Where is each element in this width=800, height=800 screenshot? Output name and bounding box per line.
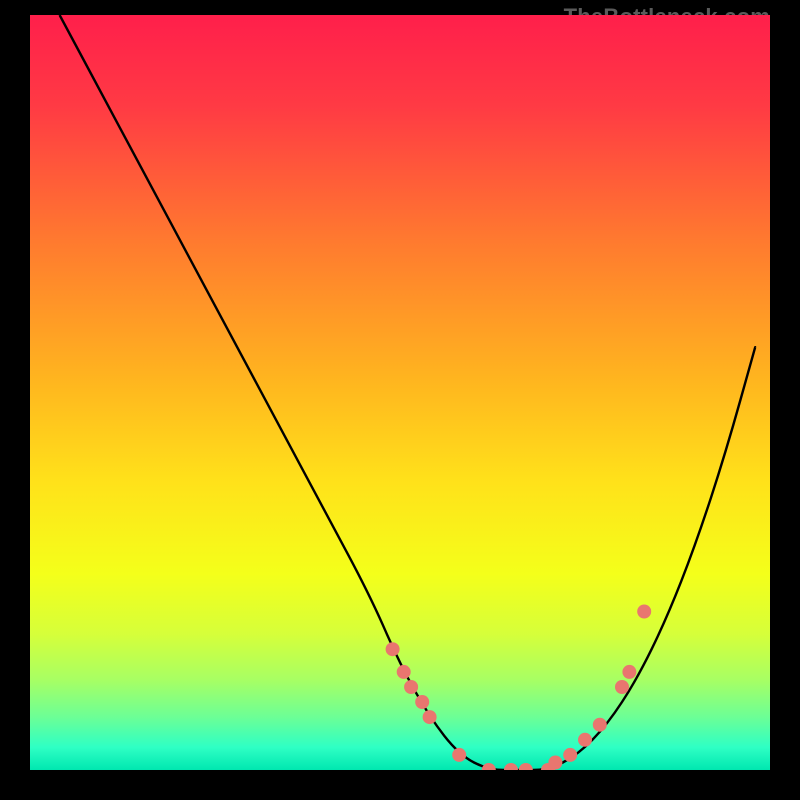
- highlight-dot: [397, 665, 411, 679]
- highlight-dot: [563, 748, 577, 762]
- highlight-dot: [404, 680, 418, 694]
- chart-plot-area: [30, 15, 770, 770]
- highlight-dot: [423, 710, 437, 724]
- highlight-dot: [637, 605, 651, 619]
- chart-svg: [30, 15, 770, 770]
- highlight-dot: [622, 665, 636, 679]
- background-gradient-rect: [30, 15, 770, 770]
- highlight-dot: [615, 680, 629, 694]
- highlight-dot: [593, 718, 607, 732]
- highlight-dot: [452, 748, 466, 762]
- highlight-dot: [548, 756, 562, 770]
- highlight-dot: [415, 695, 429, 709]
- highlight-dot: [578, 733, 592, 747]
- highlight-dot: [386, 642, 400, 656]
